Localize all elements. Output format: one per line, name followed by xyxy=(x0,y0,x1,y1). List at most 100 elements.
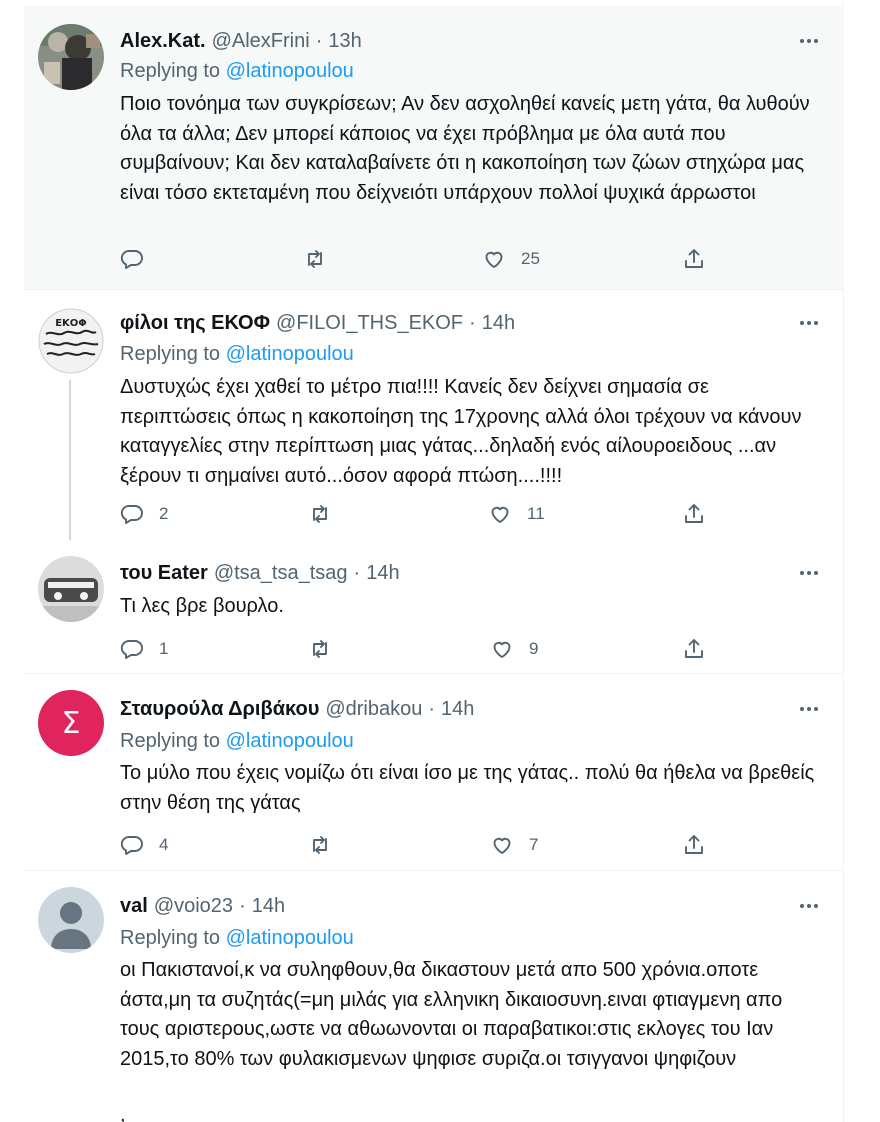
like-count: 25 xyxy=(521,249,540,268)
more-icon[interactable] xyxy=(796,893,822,919)
user-name[interactable]: val xyxy=(120,895,148,917)
reply-icon xyxy=(120,250,143,269)
like-icon xyxy=(493,837,511,854)
more-icon[interactable] xyxy=(796,560,822,586)
reply-feed: Alex.Kat. @AlexFrini · 13h Replying to @lat… xyxy=(24,6,844,1122)
tweet-text: Δυστυχώς έχει χαθεί το μέτρο πια!!!! Καν… xyxy=(120,376,802,487)
replying-to-label: Replying to xyxy=(120,60,221,82)
tweet-actions: 25 xyxy=(120,245,740,273)
user-handle[interactable]: @AlexFrini xyxy=(212,30,310,52)
user-name[interactable]: Σταυρούλα Δριβάκου xyxy=(120,698,319,720)
share-button[interactable] xyxy=(682,245,706,273)
replying-to: Replying to @latinopoulou xyxy=(120,925,354,951)
retweet-icon xyxy=(308,250,322,268)
share-icon xyxy=(685,249,703,268)
tweet-header: Σταυρούλα Δριβάκου @dribakou · 14h xyxy=(120,696,474,722)
reply-button[interactable]: 4 xyxy=(120,831,168,859)
mention-link[interactable]: @latinopoulou xyxy=(226,343,354,365)
like-icon xyxy=(485,251,503,268)
retweet-button[interactable] xyxy=(308,635,347,663)
more-icon[interactable] xyxy=(796,28,822,54)
replying-to: Replying to @latinopoulou xyxy=(120,728,354,754)
replying-to-label: Replying to xyxy=(120,343,221,365)
tweet-time[interactable]: 14h xyxy=(252,895,285,917)
tweet-filoi-ekof[interactable]: ΕΚΟΦ φίλοι της ΕΚΟΦ @FILOI_THS_EKOF · 14h R… xyxy=(24,290,844,540)
avatar[interactable] xyxy=(38,887,104,953)
user-handle[interactable]: @dribakou xyxy=(325,698,422,720)
avatar[interactable] xyxy=(38,24,104,90)
share-button[interactable] xyxy=(682,831,706,859)
tweet-text: Τι λες βρε βουρλο. xyxy=(120,595,284,617)
tweet-val[interactable]: val @voio23 · 14h Replying to @latinopoulou… xyxy=(24,871,844,1122)
retweet-icon xyxy=(313,640,327,658)
avatar[interactable] xyxy=(38,556,104,622)
retweet-button[interactable] xyxy=(308,831,347,859)
like-button[interactable]: 7 xyxy=(490,831,538,859)
avatar-letter: Σ xyxy=(61,705,81,741)
dot-separator: · xyxy=(239,895,246,917)
retweet-icon xyxy=(313,836,327,854)
tweet-time[interactable]: 14h xyxy=(482,312,515,334)
tweet-stavroula[interactable]: Σ Σταυρούλα Δριβάκου @dribakou · 14h Replyi… xyxy=(24,674,844,870)
dot-separator: · xyxy=(353,562,361,584)
like-count: 11 xyxy=(527,504,545,523)
like-button[interactable]: 25 xyxy=(482,245,540,273)
tweet-text: Ποιο τονόημα των συγκρίσεων; Αν δεν ασχο… xyxy=(120,93,810,204)
like-count: 9 xyxy=(529,639,539,658)
like-icon xyxy=(491,506,509,523)
replying-to-label: Replying to xyxy=(120,730,221,752)
like-count: 7 xyxy=(529,835,539,854)
tweet-text: Το μύλο που έχεις νομίζω ότι είναι ίσο μ… xyxy=(120,762,815,814)
retweet-button[interactable] xyxy=(303,245,342,273)
tweet-time[interactable]: 13h xyxy=(328,30,361,52)
user-handle[interactable]: @voio23 xyxy=(154,895,233,917)
retweet-icon xyxy=(313,505,327,523)
share-button[interactable] xyxy=(682,635,706,663)
like-icon xyxy=(493,641,511,658)
dot-separator: · xyxy=(315,30,323,52)
tweet-actions: 2 11 xyxy=(120,500,740,528)
reply-count: 4 xyxy=(159,835,169,854)
user-handle[interactable]: @tsa_tsa_tsag xyxy=(214,562,348,584)
dot-separator: · xyxy=(428,698,436,720)
avatar-logo-text: ΕΚΟΦ xyxy=(55,318,87,329)
mention-link[interactable]: @latinopoulou xyxy=(226,60,354,82)
replying-to-label: Replying to xyxy=(120,927,221,949)
user-name[interactable]: του Eater xyxy=(120,562,208,584)
like-button[interactable]: 11 xyxy=(488,500,545,528)
thread-line xyxy=(69,380,71,540)
tweet-time[interactable]: 14h xyxy=(366,562,399,584)
more-icon[interactable] xyxy=(796,696,822,722)
tweet-time[interactable]: 14h xyxy=(441,698,474,720)
replying-to: Replying to @latinopoulou xyxy=(120,341,354,367)
user-name[interactable]: φίλοι της ΕΚΟΦ xyxy=(120,312,270,334)
reply-button[interactable]: 1 xyxy=(120,635,168,663)
more-icon[interactable] xyxy=(796,310,822,336)
reply-button[interactable]: 2 xyxy=(120,500,168,528)
reply-count: 2 xyxy=(159,504,169,523)
tweet-header: Alex.Kat. @AlexFrini · 13h xyxy=(120,28,362,54)
reply-count: 1 xyxy=(159,639,169,658)
reply-icon xyxy=(120,836,143,855)
retweet-button[interactable] xyxy=(308,500,347,528)
like-button[interactable]: 9 xyxy=(490,635,538,663)
mention-link[interactable]: @latinopoulou xyxy=(226,927,354,949)
share-button[interactable] xyxy=(682,500,706,528)
tweet-text: οι Πακιστανοί,κ να συληφθουν,θα δικαστου… xyxy=(120,959,783,1070)
reply-button[interactable] xyxy=(120,245,159,273)
reply-icon xyxy=(120,505,143,524)
tweet-header: του Eater @tsa_tsa_tsag · 14h xyxy=(120,560,400,586)
dot-separator: · xyxy=(469,312,476,334)
user-name[interactable]: Alex.Kat. xyxy=(120,30,206,52)
user-handle[interactable]: @FILOI_THS_EKOF xyxy=(276,312,463,334)
share-icon xyxy=(685,835,703,854)
tweet-tou-eater[interactable]: του Eater @tsa_tsa_tsag · 14h Τι λες βρε βο… xyxy=(24,538,844,673)
avatar[interactable]: Σ xyxy=(38,690,104,756)
tweet-text-continuation: , xyxy=(120,1104,126,1122)
tweet-actions: 4 7 xyxy=(120,831,740,859)
tweet-alex-kat[interactable]: Alex.Kat. @AlexFrini · 13h Replying to @lat… xyxy=(24,6,844,289)
replying-to: Replying to @latinopoulou xyxy=(120,58,354,84)
reply-icon xyxy=(120,640,143,659)
avatar[interactable]: ΕΚΟΦ xyxy=(38,308,104,374)
mention-link[interactable]: @latinopoulou xyxy=(226,730,354,752)
